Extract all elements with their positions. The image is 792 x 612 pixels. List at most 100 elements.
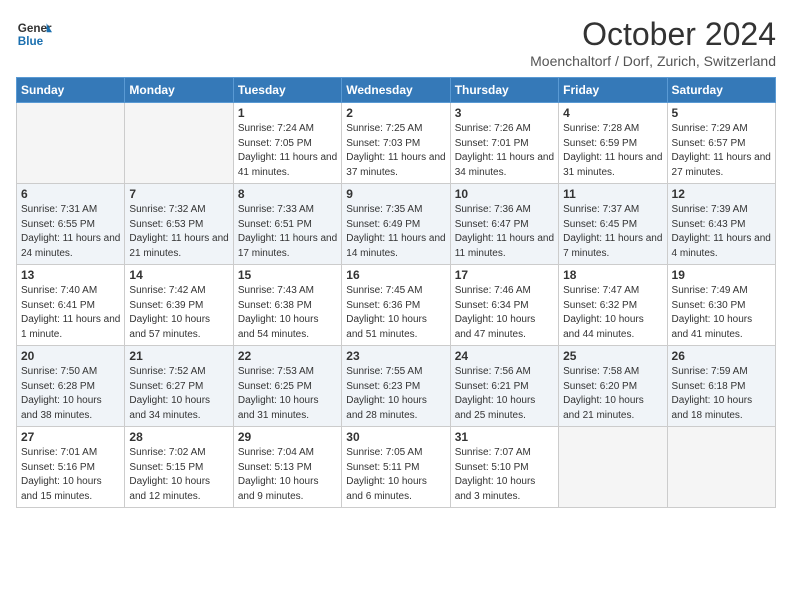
- day-number: 23: [346, 349, 445, 363]
- calendar-cell: 26Sunrise: 7:59 AMSunset: 6:18 PMDayligh…: [667, 346, 775, 427]
- day-info: Sunrise: 7:50 AMSunset: 6:28 PMDaylight:…: [21, 365, 120, 423]
- sunset-text: Sunset: 6:51 PM: [238, 219, 312, 230]
- weekday-header-thursday: Thursday: [450, 78, 558, 103]
- day-info: Sunrise: 7:45 AMSunset: 6:36 PMDaylight:…: [346, 284, 445, 342]
- sunrise-text: Sunrise: 7:04 AM: [238, 447, 314, 458]
- day-info: Sunrise: 7:46 AMSunset: 6:34 PMDaylight:…: [455, 284, 554, 342]
- sunset-text: Sunset: 6:23 PM: [346, 381, 420, 392]
- sunrise-text: Sunrise: 7:59 AM: [672, 366, 748, 377]
- day-number: 27: [21, 430, 120, 444]
- sunset-text: Sunset: 6:53 PM: [129, 219, 203, 230]
- calendar-table: SundayMondayTuesdayWednesdayThursdayFrid…: [16, 77, 776, 508]
- sunset-text: Sunset: 6:39 PM: [129, 300, 203, 311]
- sunrise-text: Sunrise: 7:26 AM: [455, 123, 531, 134]
- sunrise-text: Sunrise: 7:52 AM: [129, 366, 205, 377]
- sunrise-text: Sunrise: 7:07 AM: [455, 447, 531, 458]
- daylight-text: Daylight: 10 hours and 38 minutes.: [21, 395, 102, 421]
- daylight-text: Daylight: 10 hours and 15 minutes.: [21, 476, 102, 502]
- calendar-cell: 7Sunrise: 7:32 AMSunset: 6:53 PMDaylight…: [125, 184, 233, 265]
- weekday-header-wednesday: Wednesday: [342, 78, 450, 103]
- calendar-cell: 25Sunrise: 7:58 AMSunset: 6:20 PMDayligh…: [559, 346, 667, 427]
- day-number: 2: [346, 106, 445, 120]
- calendar-cell: 23Sunrise: 7:55 AMSunset: 6:23 PMDayligh…: [342, 346, 450, 427]
- weekday-header-friday: Friday: [559, 78, 667, 103]
- day-info: Sunrise: 7:25 AMSunset: 7:03 PMDaylight:…: [346, 122, 445, 180]
- sunset-text: Sunset: 7:05 PM: [238, 138, 312, 149]
- daylight-text: Daylight: 10 hours and 57 minutes.: [129, 314, 210, 340]
- day-number: 9: [346, 187, 445, 201]
- daylight-text: Daylight: 11 hours and 27 minutes.: [672, 152, 771, 178]
- weekday-header-sunday: Sunday: [17, 78, 125, 103]
- sunrise-text: Sunrise: 7:47 AM: [563, 285, 639, 296]
- day-info: Sunrise: 7:52 AMSunset: 6:27 PMDaylight:…: [129, 365, 228, 423]
- daylight-text: Daylight: 10 hours and 12 minutes.: [129, 476, 210, 502]
- sunset-text: Sunset: 6:41 PM: [21, 300, 95, 311]
- calendar-cell: 4Sunrise: 7:28 AMSunset: 6:59 PMDaylight…: [559, 103, 667, 184]
- calendar-cell: [559, 427, 667, 508]
- calendar-cell: 20Sunrise: 7:50 AMSunset: 6:28 PMDayligh…: [17, 346, 125, 427]
- calendar-cell: 14Sunrise: 7:42 AMSunset: 6:39 PMDayligh…: [125, 265, 233, 346]
- calendar-week-4: 20Sunrise: 7:50 AMSunset: 6:28 PMDayligh…: [17, 346, 776, 427]
- day-number: 15: [238, 268, 337, 282]
- calendar-cell: 6Sunrise: 7:31 AMSunset: 6:55 PMDaylight…: [17, 184, 125, 265]
- sunset-text: Sunset: 6:28 PM: [21, 381, 95, 392]
- day-number: 22: [238, 349, 337, 363]
- sunset-text: Sunset: 5:15 PM: [129, 462, 203, 473]
- calendar-cell: 29Sunrise: 7:04 AMSunset: 5:13 PMDayligh…: [233, 427, 341, 508]
- sunset-text: Sunset: 6:20 PM: [563, 381, 637, 392]
- calendar-cell: [17, 103, 125, 184]
- day-info: Sunrise: 7:01 AMSunset: 5:16 PMDaylight:…: [21, 446, 120, 504]
- day-info: Sunrise: 7:02 AMSunset: 5:15 PMDaylight:…: [129, 446, 228, 504]
- logo: General Blue: [16, 16, 52, 52]
- sunrise-text: Sunrise: 7:01 AM: [21, 447, 97, 458]
- sunset-text: Sunset: 7:03 PM: [346, 138, 420, 149]
- day-info: Sunrise: 7:35 AMSunset: 6:49 PMDaylight:…: [346, 203, 445, 261]
- logo-icon: General Blue: [16, 16, 52, 52]
- calendar-cell: 8Sunrise: 7:33 AMSunset: 6:51 PMDaylight…: [233, 184, 341, 265]
- day-number: 16: [346, 268, 445, 282]
- sunset-text: Sunset: 6:18 PM: [672, 381, 746, 392]
- day-number: 6: [21, 187, 120, 201]
- sunset-text: Sunset: 6:34 PM: [455, 300, 529, 311]
- weekday-header-tuesday: Tuesday: [233, 78, 341, 103]
- calendar-cell: 22Sunrise: 7:53 AMSunset: 6:25 PMDayligh…: [233, 346, 341, 427]
- day-number: 8: [238, 187, 337, 201]
- calendar-cell: 13Sunrise: 7:40 AMSunset: 6:41 PMDayligh…: [17, 265, 125, 346]
- sunrise-text: Sunrise: 7:53 AM: [238, 366, 314, 377]
- calendar-cell: 31Sunrise: 7:07 AMSunset: 5:10 PMDayligh…: [450, 427, 558, 508]
- day-info: Sunrise: 7:26 AMSunset: 7:01 PMDaylight:…: [455, 122, 554, 180]
- sunrise-text: Sunrise: 7:36 AM: [455, 204, 531, 215]
- day-info: Sunrise: 7:07 AMSunset: 5:10 PMDaylight:…: [455, 446, 554, 504]
- day-info: Sunrise: 7:36 AM Sunset: 6:47 PM Daylight:…: [455, 203, 554, 261]
- sunrise-text: Sunrise: 7:55 AM: [346, 366, 422, 377]
- calendar-week-3: 13Sunrise: 7:40 AMSunset: 6:41 PMDayligh…: [17, 265, 776, 346]
- daylight-text: Daylight: 10 hours and 6 minutes.: [346, 476, 427, 502]
- month-title: October 2024: [530, 16, 776, 53]
- calendar-cell: 15Sunrise: 7:43 AMSunset: 6:38 PMDayligh…: [233, 265, 341, 346]
- daylight-text: Daylight: 11 hours and 41 minutes.: [238, 152, 337, 178]
- calendar-cell: 2 Sunrise: 7:25 AMSunset: 7:03 PMDaylight…: [342, 103, 450, 184]
- sunrise-text: Sunrise: 7:29 AM: [672, 123, 748, 134]
- sunset-text: Sunset: 6:47 PM: [455, 219, 529, 230]
- daylight-text: Daylight: 11 hours and 21 minutes.: [129, 233, 228, 259]
- day-number: 18: [563, 268, 662, 282]
- calendar-cell: 16 Sunrise: 7:45 AMSunset: 6:36 PMDayligh…: [342, 265, 450, 346]
- day-number: 31: [455, 430, 554, 444]
- sunrise-text: Sunrise: 7:05 AM: [346, 447, 422, 458]
- day-number: 7: [129, 187, 228, 201]
- sunrise-text: Sunrise: 7:43 AM: [238, 285, 314, 296]
- calendar-cell: 24 Sunrise: 7:56 AMSunset: 6:21 PMDayligh…: [450, 346, 558, 427]
- day-number: 24: [455, 349, 554, 363]
- calendar-cell: 18Sunrise: 7:47 AMSunset: 6:32 PMDayligh…: [559, 265, 667, 346]
- daylight-text: Daylight: 10 hours and 44 minutes.: [563, 314, 644, 340]
- daylight-text: Daylight: 11 hours and 11 minutes.: [455, 233, 554, 259]
- day-info: Sunrise: 7:56 AMSunset: 6:21 PMDaylight:…: [455, 365, 554, 423]
- calendar-cell: 27 Sunrise: 7:01 AMSunset: 5:16 PMDayligh…: [17, 427, 125, 508]
- daylight-text: Daylight: 10 hours and 47 minutes.: [455, 314, 536, 340]
- sunset-text: Sunset: 5:10 PM: [455, 462, 529, 473]
- daylight-text: Daylight: 11 hours and 4 minutes.: [672, 233, 771, 259]
- day-info: Sunrise: 7:37 AMSunset: 6:45 PMDaylight:…: [563, 203, 662, 261]
- day-number: 4: [563, 106, 662, 120]
- daylight-text: Daylight: 10 hours and 31 minutes.: [238, 395, 319, 421]
- sunset-text: Sunset: 5:13 PM: [238, 462, 312, 473]
